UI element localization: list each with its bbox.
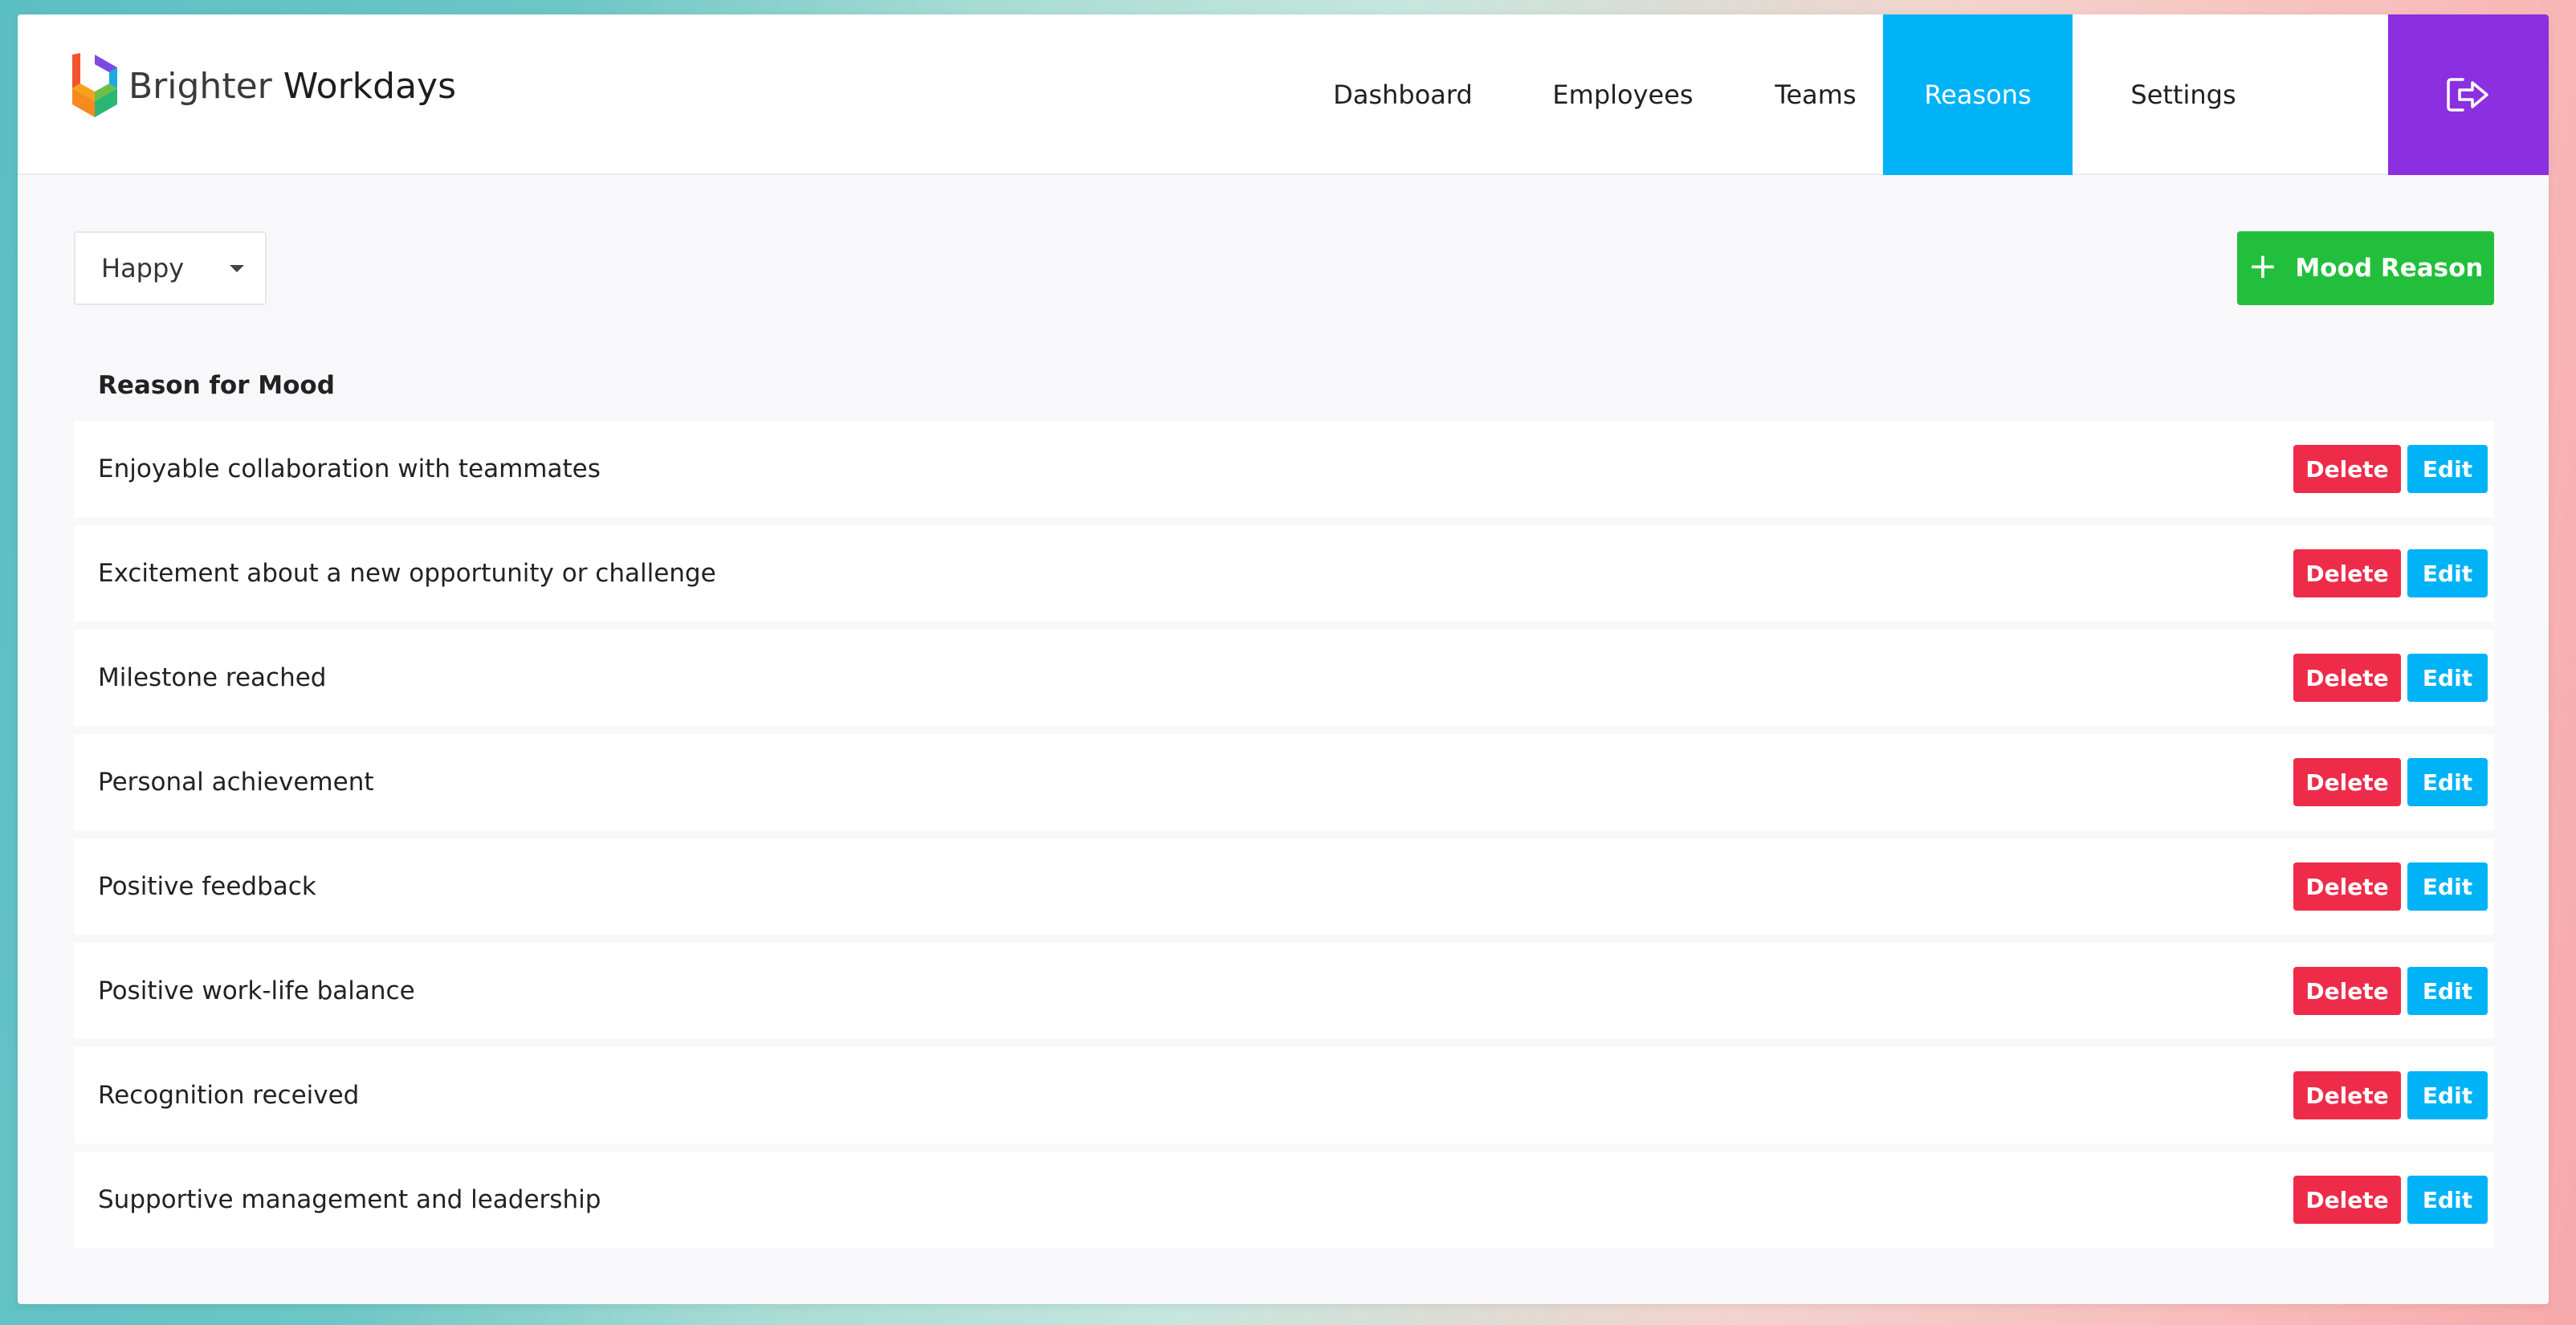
delete-button[interactable]: Delete xyxy=(2293,967,2401,1015)
edit-button[interactable]: Edit xyxy=(2407,654,2488,702)
top-navbar: Brighter Workdays Dashboard Employees Te… xyxy=(18,14,2549,175)
delete-button[interactable]: Delete xyxy=(2293,445,2401,493)
brand-name-bold: Workdays xyxy=(283,65,457,107)
nav-employees[interactable]: Employees xyxy=(1532,14,1714,175)
logout-button[interactable] xyxy=(2388,14,2549,175)
table-row: Recognition received Delete Edit xyxy=(74,1047,2494,1144)
delete-button[interactable]: Delete xyxy=(2293,862,2401,911)
reason-list: Enjoyable collaboration with teammates D… xyxy=(74,421,2494,1256)
app-window: Brighter Workdays Dashboard Employees Te… xyxy=(18,14,2549,1304)
table-row: Personal achievement Delete Edit xyxy=(74,734,2494,830)
table-row: Positive feedback Delete Edit xyxy=(74,838,2494,935)
plus-icon: + xyxy=(2248,246,2278,287)
reason-label: Recognition received xyxy=(98,1081,360,1110)
reason-label: Milestone reached xyxy=(98,663,327,692)
table-row: Enjoyable collaboration with teammates D… xyxy=(74,421,2494,517)
mood-select[interactable]: Happy xyxy=(74,231,267,305)
nav-reasons[interactable]: Reasons xyxy=(1883,14,2073,175)
edit-button[interactable]: Edit xyxy=(2407,967,2488,1015)
brand-logo[interactable]: Brighter Workdays xyxy=(71,53,456,119)
table-row: Excitement about a new opportunity or ch… xyxy=(74,525,2494,622)
table-row: Supportive management and leadership Del… xyxy=(74,1152,2494,1248)
reason-label: Personal achievement xyxy=(98,768,374,797)
add-mood-reason-button[interactable]: + Mood Reason xyxy=(2237,231,2494,305)
reason-label: Positive work-life balance xyxy=(98,976,415,1005)
nav-settings[interactable]: Settings xyxy=(2088,14,2279,175)
reason-label: Positive feedback xyxy=(98,872,316,901)
edit-button[interactable]: Edit xyxy=(2407,1071,2488,1119)
brand-name: Brighter Workdays xyxy=(128,66,456,107)
table-row: Milestone reached Delete Edit xyxy=(74,630,2494,726)
nav-dashboard[interactable]: Dashboard xyxy=(1317,14,1489,175)
chevron-down-icon xyxy=(230,265,244,272)
mood-select-value: Happy xyxy=(101,253,185,283)
edit-button[interactable]: Edit xyxy=(2407,445,2488,493)
nav-teams[interactable]: Teams xyxy=(1728,14,1903,175)
logout-icon xyxy=(2447,78,2488,112)
delete-button[interactable]: Delete xyxy=(2293,549,2401,597)
edit-button[interactable]: Edit xyxy=(2407,1176,2488,1224)
edit-button[interactable]: Edit xyxy=(2407,862,2488,911)
edit-button[interactable]: Edit xyxy=(2407,758,2488,806)
delete-button[interactable]: Delete xyxy=(2293,654,2401,702)
delete-button[interactable]: Delete xyxy=(2293,758,2401,806)
edit-button[interactable]: Edit xyxy=(2407,549,2488,597)
reason-label: Supportive management and leadership xyxy=(98,1185,601,1214)
reason-label: Excitement about a new opportunity or ch… xyxy=(98,559,716,588)
delete-button[interactable]: Delete xyxy=(2293,1176,2401,1224)
brand-name-light: Brighter xyxy=(128,65,272,107)
add-mood-reason-label: Mood Reason xyxy=(2295,254,2484,283)
reason-label: Enjoyable collaboration with teammates xyxy=(98,455,601,483)
brighter-logo-icon xyxy=(72,53,117,117)
delete-button[interactable]: Delete xyxy=(2293,1071,2401,1119)
table-row: Positive work-life balance Delete Edit xyxy=(74,943,2494,1039)
column-header-reason: Reason for Mood xyxy=(98,371,335,400)
